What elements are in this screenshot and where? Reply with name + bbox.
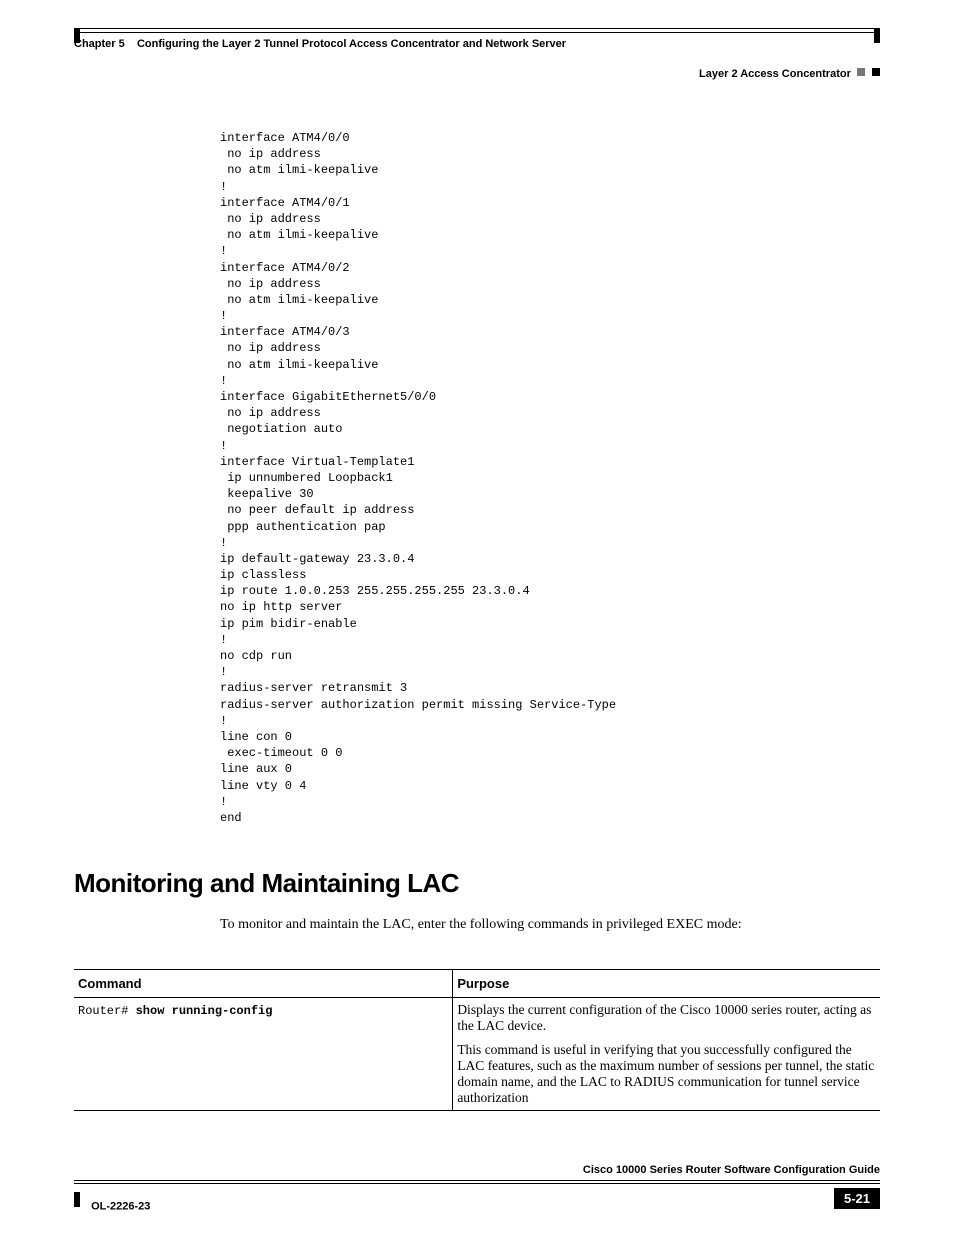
purpose-para-1: Displays the current configuration of th… (457, 1002, 876, 1034)
header-tick-left (74, 28, 80, 43)
purpose-para-2: This command is useful in verifying that… (457, 1042, 876, 1106)
footer-right: 5-21 (834, 1188, 880, 1209)
command-table: Command Purpose Router# show running-con… (74, 969, 880, 1111)
doc-id: OL-2226-23 (91, 1200, 150, 1212)
footer-left: OL-2226-23 (74, 1199, 150, 1214)
config-code-block: interface ATM4/0/0 no ip address no atm … (220, 130, 880, 826)
command-cell: Router# show running-config (74, 998, 453, 1111)
table-header-row: Command Purpose (74, 970, 880, 998)
table-header-command: Command (74, 970, 453, 998)
page-footer: Cisco 10000 Series Router Software Confi… (74, 1164, 880, 1209)
table-header-purpose: Purpose (453, 970, 880, 998)
footer-book-title: Cisco 10000 Series Router Software Confi… (74, 1164, 880, 1176)
section-label: Layer 2 Access Concentrator (699, 68, 851, 80)
page-number: 5-21 (834, 1188, 880, 1209)
document-page: Chapter 5 Configuring the Layer 2 Tunnel… (0, 0, 954, 1235)
intro-paragraph: To monitor and maintain the LAC, enter t… (220, 917, 880, 933)
purpose-cell: Displays the current configuration of th… (453, 998, 880, 1111)
header-tick-right (874, 28, 880, 43)
decoration-square-black (872, 68, 880, 76)
footer-tick-left (74, 1192, 80, 1207)
command-prompt: Router# (78, 1004, 136, 1018)
table-row: Router# show running-config Displays the… (74, 998, 880, 1111)
section-label-row: Layer 2 Access Concentrator (74, 68, 880, 80)
command-text: show running-config (136, 1004, 273, 1018)
footer-rule (74, 1180, 880, 1196)
section-heading: Monitoring and Maintaining LAC (74, 868, 880, 899)
header-rule (74, 28, 880, 50)
decoration-square-grey (857, 68, 865, 76)
